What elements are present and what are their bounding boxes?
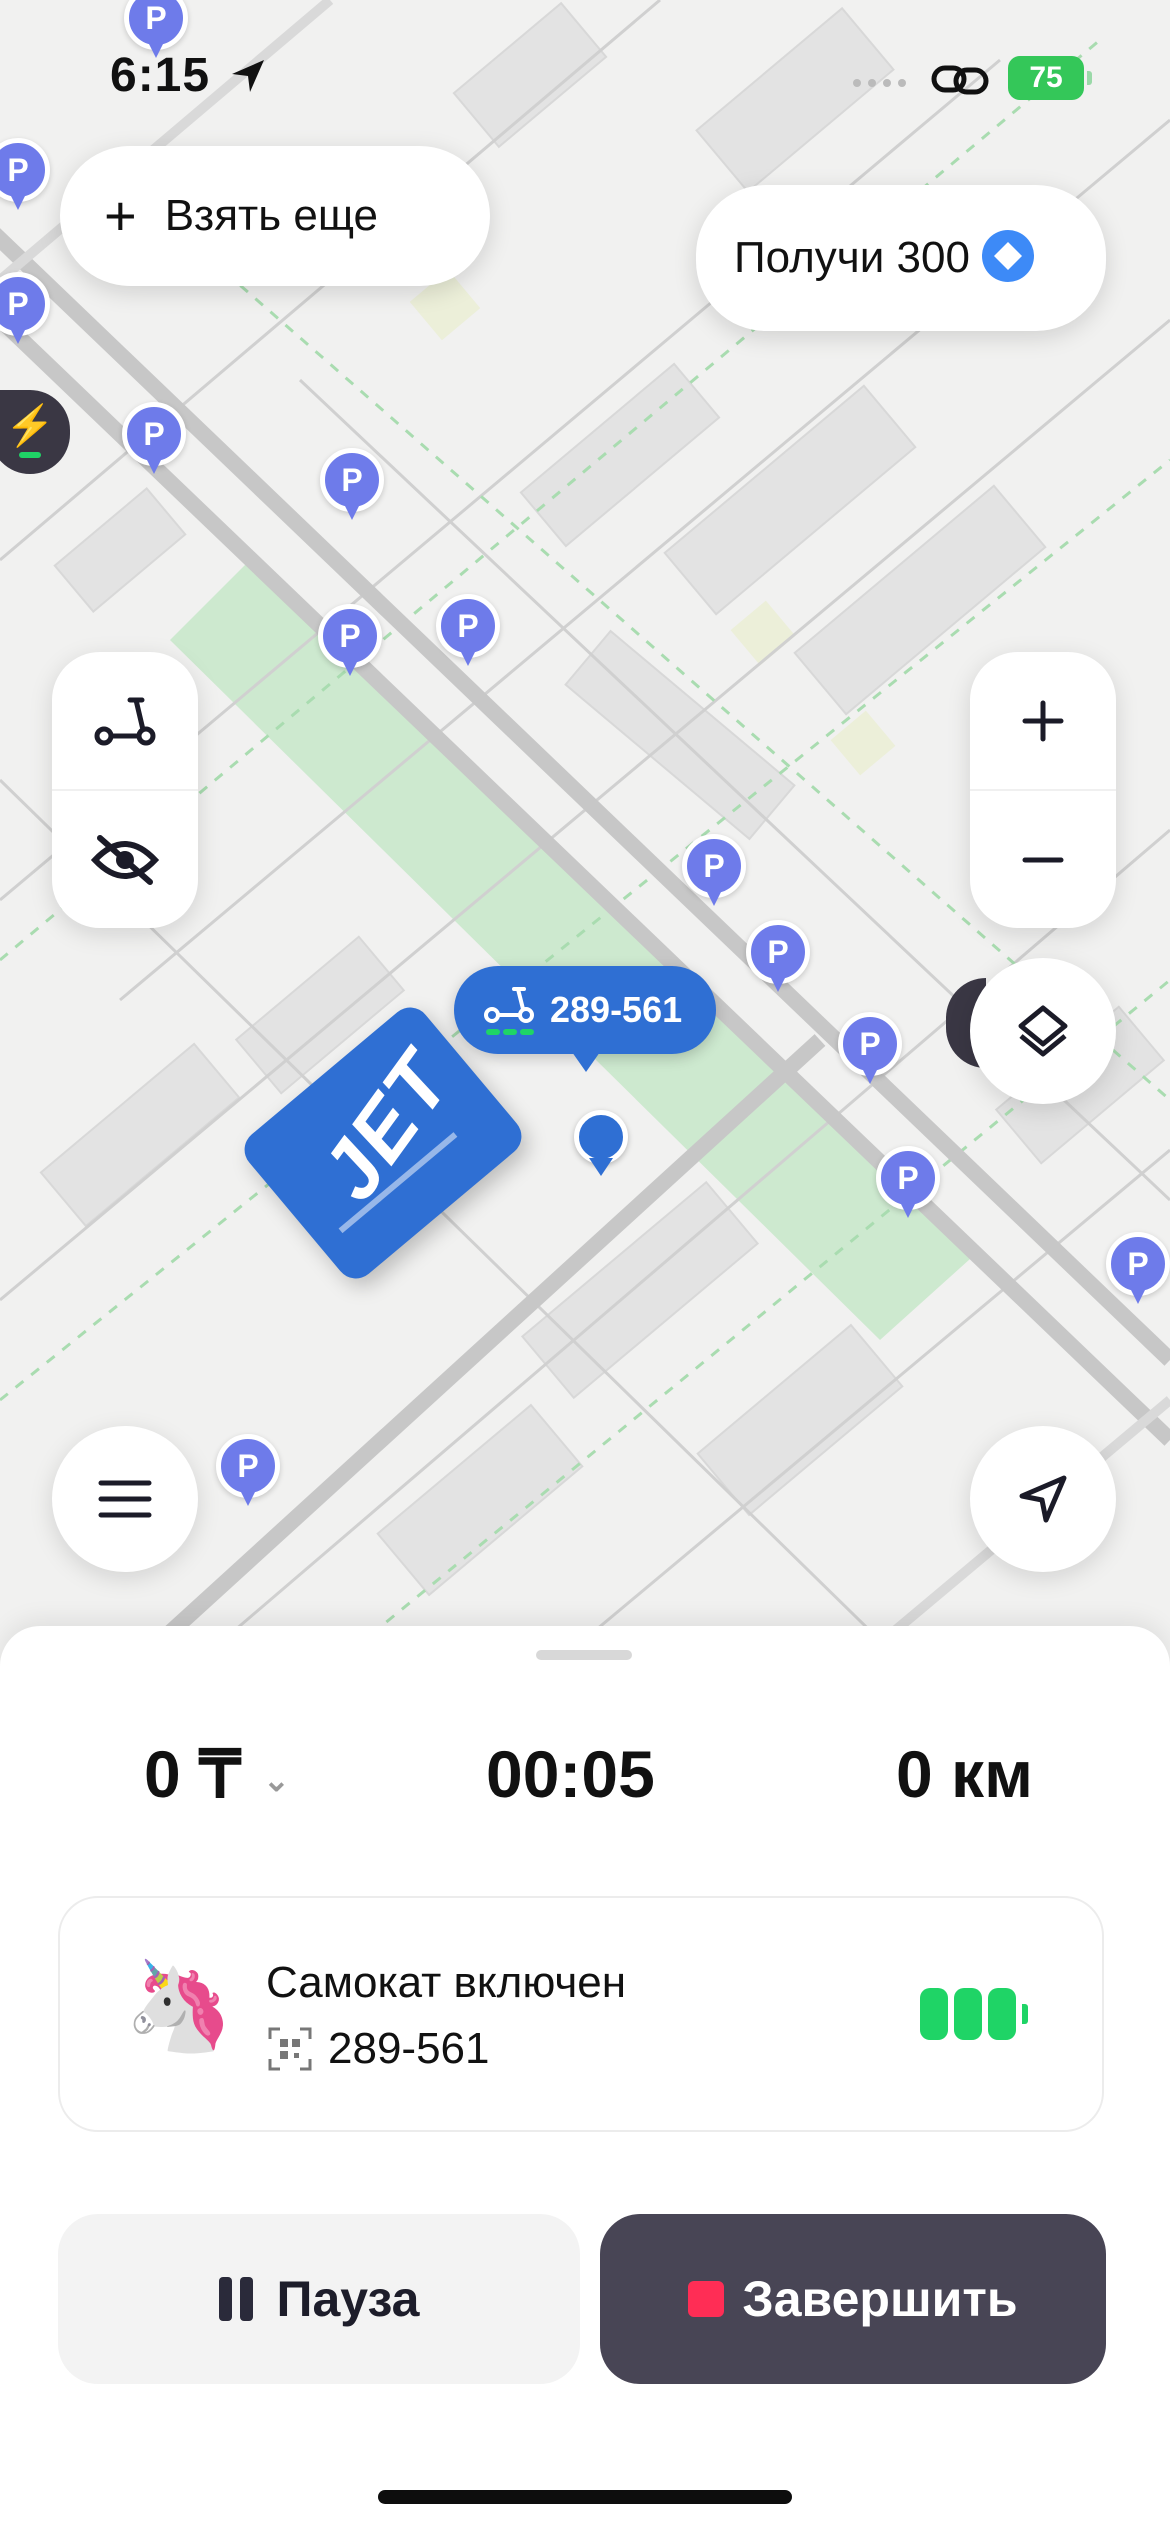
status-bar: 6:15 75 <box>0 0 1170 150</box>
scooter-icon <box>94 697 156 745</box>
ride-bottom-sheet: 0 ₸ ⌄ 00:05 0 км 🦄 Самокат включен 289-56… <box>0 1626 1170 2532</box>
lightning-icon: ⚡ <box>5 404 55 448</box>
chevron-down-icon: ⌄ <box>263 1761 290 1798</box>
ride-duration: 00:05 <box>486 1737 655 1811</box>
parking-marker[interactable]: P <box>0 138 50 218</box>
parking-marker[interactable]: P <box>320 448 384 528</box>
parking-letter: P <box>682 834 746 898</box>
parking-letter: P <box>318 604 382 668</box>
pause-label: Пауза <box>276 2271 420 2327</box>
parking-letter: P <box>436 594 500 658</box>
zoom-in-button[interactable] <box>970 652 1116 789</box>
charge-level-bar <box>19 452 41 458</box>
stop-icon <box>688 2281 725 2317</box>
qr-code-icon <box>268 2027 312 2071</box>
parking-marker[interactable]: P <box>838 1012 902 1092</box>
minus-icon <box>1022 857 1064 862</box>
signal-dots-icon <box>853 79 906 87</box>
eye-off-icon <box>90 834 160 885</box>
parking-marker[interactable]: P <box>1106 1232 1170 1312</box>
take-more-label: Взять еще <box>164 191 378 240</box>
parking-letter: P <box>838 1012 902 1076</box>
parking-marker[interactable]: P <box>216 1434 280 1514</box>
battery-level: 75 <box>1029 61 1063 94</box>
hamburger-icon <box>98 1480 152 1518</box>
user-location-marker <box>574 1110 628 1164</box>
scooter-tag[interactable]: 289-561 <box>454 966 716 1072</box>
parking-marker[interactable]: P <box>122 402 186 482</box>
map-layers-button[interactable] <box>970 958 1116 1104</box>
promo-button[interactable]: Получи 300 <box>696 185 1106 331</box>
pause-icon <box>218 2277 261 2321</box>
parking-letter: P <box>122 402 186 466</box>
recenter-location-button[interactable] <box>970 1426 1116 1572</box>
finish-label: Завершить <box>742 2271 1018 2327</box>
sheet-grabber[interactable] <box>536 1650 632 1660</box>
location-arrow-icon <box>232 60 264 92</box>
vehicle-battery-icon <box>920 1988 1028 2040</box>
ride-cost[interactable]: 0 ₸ ⌄ <box>144 1736 290 1813</box>
parking-marker[interactable]: P <box>746 920 810 1000</box>
parking-marker[interactable]: P <box>0 272 50 352</box>
parking-letter: P <box>216 1434 280 1498</box>
zoom-out-button[interactable] <box>970 789 1116 928</box>
ride-distance: 0 км <box>896 1737 1033 1811</box>
parking-letter: P <box>0 272 50 336</box>
scooter-filter-button[interactable] <box>52 652 198 789</box>
zoom-group <box>970 652 1116 928</box>
plus-icon: + <box>104 184 137 247</box>
parking-marker[interactable]: P <box>876 1146 940 1226</box>
menu-button[interactable] <box>52 1426 198 1572</box>
unicorn-avatar-icon: 🦄 <box>124 1956 234 2055</box>
vehicle-id: 289-561 <box>328 2024 490 2073</box>
take-more-button[interactable]: + Взять еще <box>60 146 490 286</box>
parking-marker[interactable]: P <box>436 594 500 674</box>
parking-marker[interactable]: P <box>318 604 382 684</box>
bonus-diamond-icon <box>980 228 1036 289</box>
promo-label: Получи 300 <box>734 233 970 282</box>
parking-letter: P <box>1106 1232 1170 1296</box>
navigation-arrow-icon <box>1019 1475 1067 1523</box>
hide-vehicles-button[interactable] <box>52 789 198 928</box>
scooter-tag-number: 289-561 <box>550 989 683 1030</box>
hotspot-link-icon <box>931 65 989 95</box>
parking-letter: P <box>876 1146 940 1210</box>
pause-button[interactable]: Пауза <box>58 2214 580 2384</box>
vehicle-card[interactable]: 🦄 Самокат включен 289-561 <box>58 1896 1104 2132</box>
status-time: 6:15 <box>110 49 211 102</box>
vehicle-status: Самокат включен <box>266 1958 627 2007</box>
map-view[interactable]: P P P P P P P P P P P P P ⚡ JET 289-561 … <box>0 0 1170 1660</box>
parking-letter: P <box>320 448 384 512</box>
parking-letter: P <box>746 920 810 984</box>
plus-icon <box>1022 700 1064 741</box>
ride-cost-value: 0 ₸ <box>144 1737 242 1811</box>
layers-icon <box>1018 1005 1068 1057</box>
scooter-icon <box>484 985 536 1035</box>
home-indicator[interactable] <box>378 2490 792 2504</box>
vehicle-filter-group <box>52 652 198 928</box>
finish-ride-button[interactable]: Завершить <box>600 2214 1106 2384</box>
vehicle-id-row: 289-561 <box>266 2024 489 2074</box>
parking-marker[interactable]: P <box>682 834 746 914</box>
battery-indicator: 75 <box>1008 56 1092 100</box>
